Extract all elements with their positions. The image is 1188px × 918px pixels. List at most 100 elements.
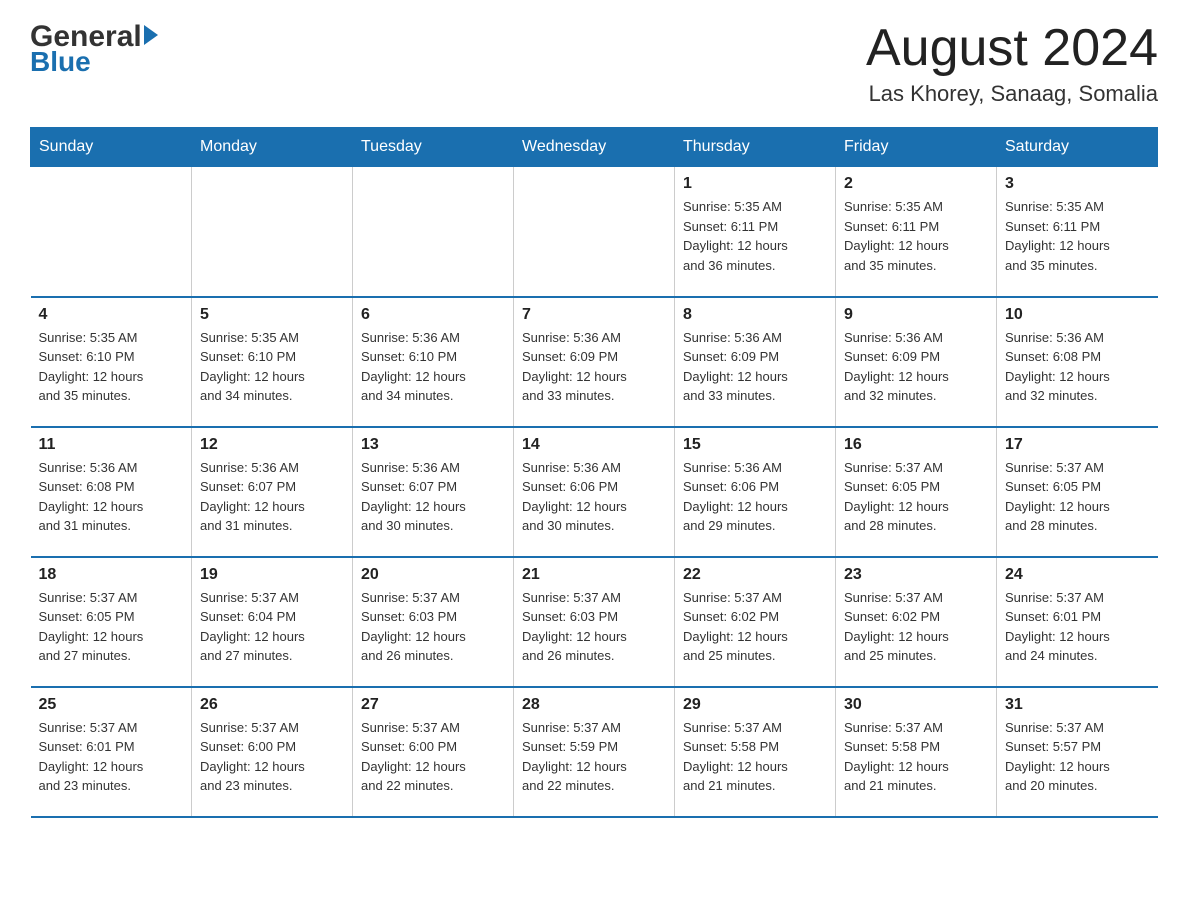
day-cell: 10 Sunrise: 5:36 AMSunset: 6:08 PMDayligh… (997, 297, 1158, 427)
day-cell: 22Sunrise: 5:37 AMSunset: 6:02 PMDayligh… (675, 557, 836, 687)
week-row-1: 1 Sunrise: 5:35 AMSunset: 6:11 PMDaylight… (31, 167, 1158, 297)
day-number: 3 (1005, 175, 1150, 193)
header-cell-thursday: Thursday (675, 128, 836, 167)
day-info: Sunrise: 5:37 AMSunset: 6:05 PMDaylight:… (1005, 458, 1150, 536)
day-number: 10 (1005, 306, 1150, 324)
day-info: Sunrise: 5:37 AMSunset: 6:03 PMDaylight:… (361, 588, 505, 666)
day-number: 5 (200, 306, 344, 324)
day-info: Sunrise: 5:37 AMSunset: 5:57 PMDaylight:… (1005, 718, 1150, 796)
day-info: Sunrise: 5:37 AMSunset: 6:02 PMDaylight:… (844, 588, 988, 666)
day-info: Sunrise: 5:36 AMSunset: 6:07 PMDaylight:… (361, 458, 505, 536)
day-cell: 2 Sunrise: 5:35 AMSunset: 6:11 PMDaylight… (836, 167, 997, 297)
header-cell-sunday: Sunday (31, 128, 192, 167)
day-info: Sunrise: 5:35 AMSunset: 6:11 PMDaylight:… (683, 197, 827, 275)
day-number: 21 (522, 566, 666, 584)
day-cell (192, 167, 353, 297)
day-cell: 5Sunrise: 5:35 AMSunset: 6:10 PMDaylight… (192, 297, 353, 427)
day-info: Sunrise: 5:37 AMSunset: 6:01 PMDaylight:… (39, 718, 184, 796)
day-number: 12 (200, 436, 344, 454)
logo: General Blue (30, 20, 158, 78)
day-info: Sunrise: 5:37 AMSunset: 6:05 PMDaylight:… (39, 588, 184, 666)
day-cell: 24 Sunrise: 5:37 AMSunset: 6:01 PMDayligh… (997, 557, 1158, 687)
day-info: Sunrise: 5:36 AMSunset: 6:06 PMDaylight:… (683, 458, 827, 536)
header: General Blue August 2024 Las Khorey, San… (30, 20, 1158, 107)
logo-blue-text: Blue (30, 46, 158, 78)
day-number: 8 (683, 306, 827, 324)
week-row-5: 25 Sunrise: 5:37 AMSunset: 6:01 PMDayligh… (31, 687, 1158, 817)
day-number: 13 (361, 436, 505, 454)
day-info: Sunrise: 5:37 AMSunset: 6:04 PMDaylight:… (200, 588, 344, 666)
day-number: 11 (39, 436, 184, 454)
day-cell (514, 167, 675, 297)
day-number: 7 (522, 306, 666, 324)
day-number: 17 (1005, 436, 1150, 454)
day-number: 4 (39, 306, 184, 324)
day-info: Sunrise: 5:37 AMSunset: 5:59 PMDaylight:… (522, 718, 666, 796)
day-number: 18 (39, 566, 184, 584)
day-cell: 31 Sunrise: 5:37 AMSunset: 5:57 PMDayligh… (997, 687, 1158, 817)
day-cell: 1 Sunrise: 5:35 AMSunset: 6:11 PMDaylight… (675, 167, 836, 297)
day-info: Sunrise: 5:36 AMSunset: 6:09 PMDaylight:… (683, 328, 827, 406)
day-info: Sunrise: 5:36 AMSunset: 6:09 PMDaylight:… (522, 328, 666, 406)
location-title: Las Khorey, Sanaag, Somalia (866, 81, 1158, 107)
day-cell: 15 Sunrise: 5:36 AMSunset: 6:06 PMDayligh… (675, 427, 836, 557)
day-cell: 27 Sunrise: 5:37 AMSunset: 6:00 PMDayligh… (353, 687, 514, 817)
day-info: Sunrise: 5:35 AMSunset: 6:10 PMDaylight:… (39, 328, 184, 406)
day-info: Sunrise: 5:37 AMSunset: 6:05 PMDaylight:… (844, 458, 988, 536)
calendar-body: 1 Sunrise: 5:35 AMSunset: 6:11 PMDaylight… (31, 167, 1158, 817)
day-number: 26 (200, 696, 344, 714)
day-cell: 20 Sunrise: 5:37 AMSunset: 6:03 PMDayligh… (353, 557, 514, 687)
day-cell (353, 167, 514, 297)
day-info: Sunrise: 5:36 AMSunset: 6:10 PMDaylight:… (361, 328, 505, 406)
day-info: Sunrise: 5:36 AMSunset: 6:09 PMDaylight:… (844, 328, 988, 406)
calendar-header: SundayMondayTuesdayWednesdayThursdayFrid… (31, 128, 1158, 167)
title-section: August 2024 Las Khorey, Sanaag, Somalia (866, 20, 1158, 107)
logo-arrow-icon (144, 25, 158, 45)
day-info: Sunrise: 5:36 AMSunset: 6:08 PMDaylight:… (1005, 328, 1150, 406)
day-number: 23 (844, 566, 988, 584)
header-cell-wednesday: Wednesday (514, 128, 675, 167)
day-cell: 17 Sunrise: 5:37 AMSunset: 6:05 PMDayligh… (997, 427, 1158, 557)
day-cell: 30 Sunrise: 5:37 AMSunset: 5:58 PMDayligh… (836, 687, 997, 817)
day-info: Sunrise: 5:37 AMSunset: 6:02 PMDaylight:… (683, 588, 827, 666)
day-cell: 9Sunrise: 5:36 AMSunset: 6:09 PMDaylight… (836, 297, 997, 427)
day-cell: 19 Sunrise: 5:37 AMSunset: 6:04 PMDayligh… (192, 557, 353, 687)
header-cell-tuesday: Tuesday (353, 128, 514, 167)
day-number: 16 (844, 436, 988, 454)
calendar-table: SundayMondayTuesdayWednesdayThursdayFrid… (30, 127, 1158, 818)
week-row-4: 18 Sunrise: 5:37 AMSunset: 6:05 PMDayligh… (31, 557, 1158, 687)
day-number: 24 (1005, 566, 1150, 584)
day-info: Sunrise: 5:36 AMSunset: 6:08 PMDaylight:… (39, 458, 184, 536)
day-info: Sunrise: 5:36 AMSunset: 6:06 PMDaylight:… (522, 458, 666, 536)
header-cell-monday: Monday (192, 128, 353, 167)
day-cell: 26 Sunrise: 5:37 AMSunset: 6:00 PMDayligh… (192, 687, 353, 817)
day-info: Sunrise: 5:37 AMSunset: 6:01 PMDaylight:… (1005, 588, 1150, 666)
day-info: Sunrise: 5:35 AMSunset: 6:11 PMDaylight:… (1005, 197, 1150, 275)
day-number: 31 (1005, 696, 1150, 714)
day-number: 30 (844, 696, 988, 714)
day-number: 29 (683, 696, 827, 714)
day-cell: 16 Sunrise: 5:37 AMSunset: 6:05 PMDayligh… (836, 427, 997, 557)
day-cell: 6Sunrise: 5:36 AMSunset: 6:10 PMDaylight… (353, 297, 514, 427)
day-number: 14 (522, 436, 666, 454)
day-info: Sunrise: 5:35 AMSunset: 6:11 PMDaylight:… (844, 197, 988, 275)
day-info: Sunrise: 5:37 AMSunset: 6:00 PMDaylight:… (200, 718, 344, 796)
day-cell: 23 Sunrise: 5:37 AMSunset: 6:02 PMDayligh… (836, 557, 997, 687)
day-cell: 14 Sunrise: 5:36 AMSunset: 6:06 PMDayligh… (514, 427, 675, 557)
day-info: Sunrise: 5:37 AMSunset: 6:00 PMDaylight:… (361, 718, 505, 796)
day-info: Sunrise: 5:37 AMSunset: 5:58 PMDaylight:… (844, 718, 988, 796)
day-cell: 13 Sunrise: 5:36 AMSunset: 6:07 PMDayligh… (353, 427, 514, 557)
day-number: 20 (361, 566, 505, 584)
day-cell: 25 Sunrise: 5:37 AMSunset: 6:01 PMDayligh… (31, 687, 192, 817)
day-cell: 28 Sunrise: 5:37 AMSunset: 5:59 PMDayligh… (514, 687, 675, 817)
day-info: Sunrise: 5:37 AMSunset: 5:58 PMDaylight:… (683, 718, 827, 796)
day-number: 2 (844, 175, 988, 193)
month-title: August 2024 (866, 20, 1158, 77)
day-number: 1 (683, 175, 827, 193)
day-number: 19 (200, 566, 344, 584)
week-row-3: 11 Sunrise: 5:36 AMSunset: 6:08 PMDayligh… (31, 427, 1158, 557)
day-number: 25 (39, 696, 184, 714)
day-number: 27 (361, 696, 505, 714)
day-number: 28 (522, 696, 666, 714)
day-number: 15 (683, 436, 827, 454)
